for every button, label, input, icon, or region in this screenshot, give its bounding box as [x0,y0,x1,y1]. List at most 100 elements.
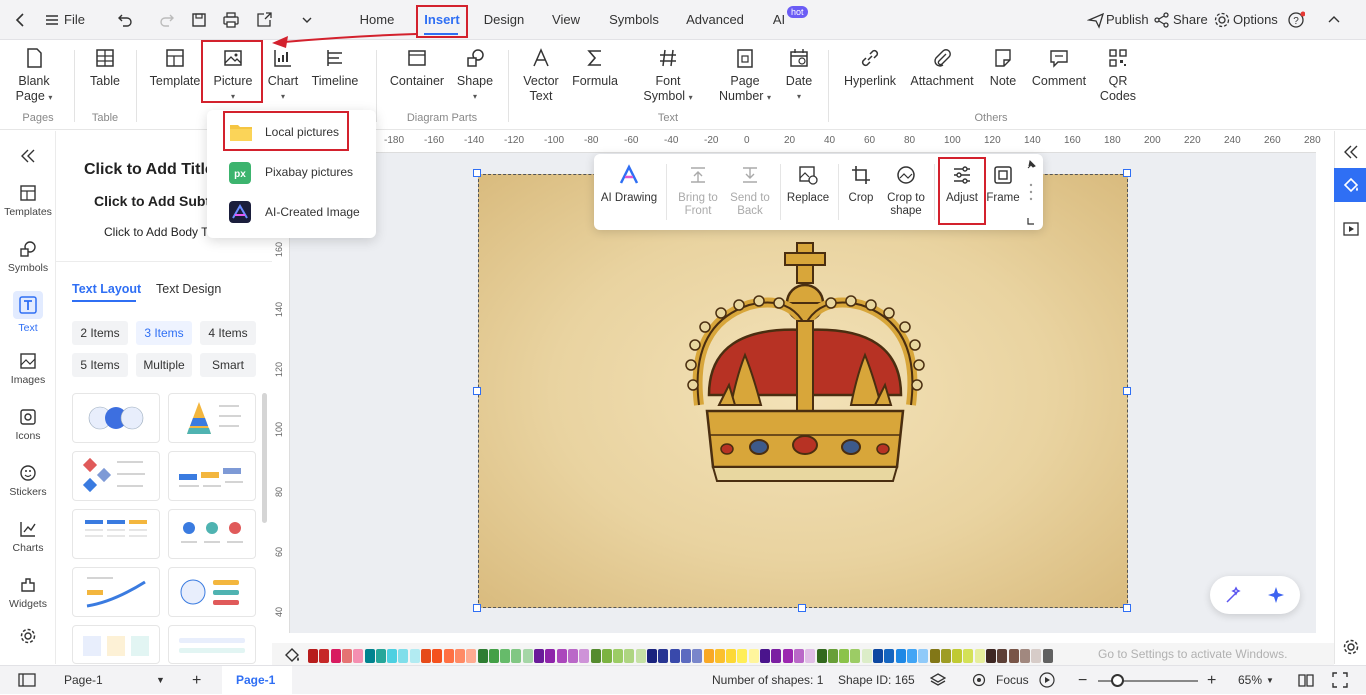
color-swatch[interactable] [793,649,804,663]
export-icon[interactable] [255,11,273,29]
play-icon[interactable] [1039,672,1055,688]
crown-image[interactable] [478,174,1128,608]
add-page-icon[interactable]: + [192,666,201,695]
color-swatch[interactable] [454,649,465,663]
color-swatch[interactable] [534,649,544,663]
publish-button[interactable]: Publish [1106,0,1149,40]
chip-2-items[interactable]: 2 Items [72,321,128,345]
color-swatch[interactable] [511,649,522,663]
color-swatch[interactable] [579,649,590,663]
magic-wand-icon[interactable] [1224,585,1244,605]
color-swatch[interactable] [782,649,793,663]
panel-scrollbar[interactable] [262,393,267,523]
fullscreen-icon[interactable] [1332,672,1348,688]
resize-handle[interactable] [798,604,806,612]
color-swatch[interactable] [861,649,872,663]
options-button[interactable]: Options [1233,0,1278,40]
sidebar-item-icons[interactable]: Icons [0,407,56,442]
tab-design[interactable]: Design [480,0,528,40]
color-swatch[interactable] [884,649,895,663]
color-swatch[interactable] [1019,649,1030,663]
pin-icon[interactable] [1025,159,1037,171]
text-layout-thumbnail[interactable] [72,509,160,559]
qr-codes-button[interactable]: QR Codes [1098,46,1138,104]
ai-drawing-button[interactable]: AI Drawing [600,164,658,205]
layers-icon[interactable] [930,673,946,687]
zoom-slider-thumb[interactable] [1111,674,1124,687]
ai-created-image-item[interactable]: AI-Created Image [207,192,376,232]
back-icon[interactable] [12,11,30,29]
comment-button[interactable]: Comment [1028,46,1090,89]
zoom-out-button[interactable]: − [1078,666,1087,695]
color-swatch[interactable] [308,649,318,663]
color-swatch[interactable] [692,649,703,663]
hyperlink-button[interactable]: Hyperlink [840,46,900,89]
color-swatch[interactable] [771,649,782,663]
sidebar-item-widgets[interactable]: Widgets [0,575,56,610]
color-swatch[interactable] [680,649,691,663]
crop-button[interactable]: Crop [844,164,878,205]
color-swatch[interactable] [319,649,330,663]
text-layout-thumbnail[interactable] [168,451,256,501]
attachment-button[interactable]: Attachment [908,46,976,89]
color-swatch[interactable] [545,649,556,663]
share-button[interactable]: Share [1173,0,1208,40]
resize-handle[interactable] [473,604,481,612]
color-swatch[interactable] [624,649,635,663]
color-swatch[interactable] [477,649,488,663]
text-layout-thumbnail[interactable] [168,509,256,559]
bring-to-front-button[interactable]: Bring to Front [674,164,722,218]
color-swatch[interactable] [567,649,578,663]
color-swatch[interactable] [488,649,499,663]
chip-multiple[interactable]: Multiple [136,353,192,377]
text-layout-thumbnail[interactable] [72,451,160,501]
tab-text-layout[interactable]: Text Layout [72,282,141,296]
tab-ai[interactable]: AI [769,0,789,40]
settings-button[interactable] [0,627,56,645]
chip-5-items[interactable]: 5 Items [72,353,128,377]
blank-page-button[interactable]: Blank Page ▾ [14,46,54,105]
print-icon[interactable] [222,11,240,29]
color-swatch[interactable] [387,649,398,663]
toolbar-resize-icon[interactable] [1026,216,1036,226]
font-symbol-button[interactable]: Font Symbol ▾ [636,46,700,105]
tab-symbols[interactable]: Symbols [606,0,662,40]
chip-smart[interactable]: Smart [200,353,256,377]
chart-button[interactable]: Chart ▾ [266,46,300,104]
color-swatch[interactable] [906,649,917,663]
color-swatch[interactable] [873,649,883,663]
chip-3-items[interactable]: 3 Items [136,321,192,345]
color-swatch[interactable] [522,649,533,663]
sidebar-item-images[interactable]: Images [0,351,56,386]
frame-button[interactable]: Frame [986,164,1020,205]
color-swatch[interactable] [940,649,951,663]
color-swatch[interactable] [918,649,929,663]
color-swatch[interactable] [1042,649,1053,663]
book-view-icon[interactable] [1298,673,1314,687]
presentation-icon[interactable] [1342,220,1360,238]
note-button[interactable]: Note [986,46,1020,89]
resize-handle[interactable] [1123,169,1131,177]
color-swatch[interactable] [613,649,624,663]
color-swatch[interactable] [827,649,838,663]
color-swatch[interactable] [997,649,1008,663]
color-swatch[interactable] [669,649,680,663]
color-swatch[interactable] [760,649,770,663]
color-swatch[interactable] [816,649,827,663]
more-vertical-icon[interactable] [1028,182,1034,202]
format-panel-button[interactable] [1334,168,1366,202]
color-swatch[interactable] [353,649,364,663]
color-swatch[interactable] [341,649,352,663]
chip-4-items[interactable]: 4 Items [200,321,256,345]
date-button[interactable]: Date ▾ [784,46,814,104]
color-swatch[interactable] [409,649,420,663]
color-swatch[interactable] [748,649,759,663]
tab-view[interactable]: View [549,0,583,40]
gear-icon[interactable] [1342,638,1360,656]
sidebar-item-stickers[interactable]: Stickers [0,463,56,498]
color-swatch[interactable] [364,649,375,663]
table-button[interactable]: Table [86,46,124,89]
crop-to-shape-button[interactable]: Crop to shape [882,164,930,218]
color-swatch[interactable] [500,649,511,663]
resize-handle[interactable] [1123,387,1131,395]
